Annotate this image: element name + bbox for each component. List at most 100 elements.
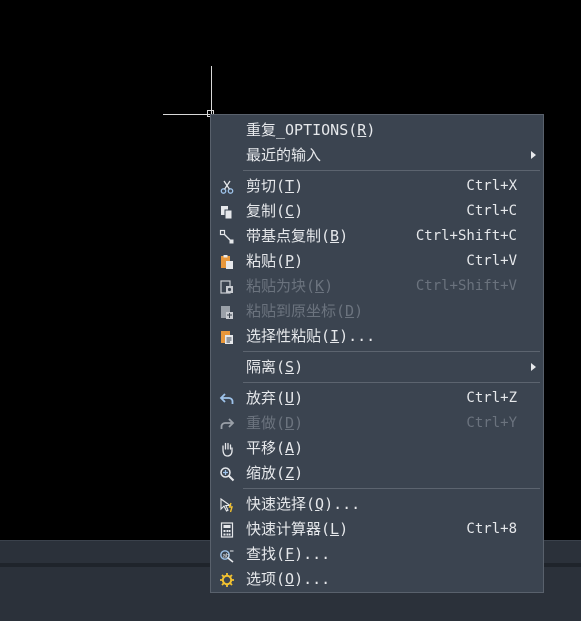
menu-item-access-key: D bbox=[345, 302, 355, 320]
pan-hand-icon bbox=[219, 441, 235, 457]
undo-icon bbox=[219, 391, 235, 407]
menu-item-ellipsis: ... bbox=[333, 495, 361, 513]
menu-item-access-key: A bbox=[285, 439, 295, 457]
menu-item-9[interactable]: 隔离(S) bbox=[212, 355, 542, 380]
menu-separator bbox=[243, 382, 540, 383]
menu-separator bbox=[243, 351, 540, 352]
menu-item-0[interactable]: 重复_OPTIONS(R) bbox=[212, 118, 542, 143]
menu-item-access-key: F bbox=[285, 545, 295, 563]
menu-item-text: 粘贴到原坐标 bbox=[246, 302, 337, 320]
menu-item-access-key: P bbox=[285, 252, 295, 270]
menu-separator bbox=[243, 488, 540, 489]
menu-item-text: 带基点复制 bbox=[246, 227, 322, 245]
menu-item-access-key: D bbox=[285, 414, 295, 432]
paste-original-coords-icon bbox=[219, 304, 235, 320]
menu-item-access-key: R bbox=[357, 121, 367, 139]
menu-item-label: 粘贴为块(K) bbox=[246, 277, 334, 295]
menu-item-text: 选项 bbox=[246, 570, 277, 588]
menu-item-text: 放弃 bbox=[246, 389, 277, 407]
menu-item-text: 重复_OPTIONS bbox=[246, 121, 349, 139]
menu-item-label: 缩放(Z) bbox=[246, 464, 304, 482]
find-icon: ab bbox=[219, 547, 235, 563]
crosshair-horizontal bbox=[163, 114, 211, 115]
menu-item-label: 粘贴到原坐标(D) bbox=[246, 302, 364, 320]
menu-item-text: 重做 bbox=[246, 414, 277, 432]
menu-item-3[interactable]: 复制(C) Ctrl+C bbox=[212, 199, 542, 224]
paste-as-block-icon bbox=[219, 279, 235, 295]
menu-item-label: 快速选择(Q)... bbox=[246, 495, 361, 513]
menu-item-access-key: B bbox=[330, 227, 340, 245]
menu-item-label: 隔离(S) bbox=[246, 358, 304, 376]
menu-item-8[interactable]: 选择性粘贴(I)... bbox=[212, 324, 542, 349]
menu-item-access-key: S bbox=[285, 358, 295, 376]
menu-item-text: 剪切 bbox=[246, 177, 277, 195]
menu-item-text: 缩放 bbox=[246, 464, 277, 482]
menu-item-label: 重做(D) bbox=[246, 414, 304, 432]
menu-item-shortcut: Ctrl+Z bbox=[466, 390, 517, 406]
menu-item-text: 粘贴 bbox=[246, 252, 277, 270]
zoom-icon bbox=[219, 466, 235, 482]
copy-base-point-icon bbox=[219, 229, 235, 245]
menu-item-shortcut: Ctrl+V bbox=[466, 253, 517, 269]
menu-item-label: 复制(C) bbox=[246, 202, 304, 220]
menu-item-label: 查找(F)... bbox=[246, 545, 331, 563]
menu-item-2[interactable]: 剪切(T) Ctrl+X bbox=[212, 174, 542, 199]
menu-item-7: 粘贴到原坐标(D) bbox=[212, 299, 542, 324]
menu-item-ellipsis: ... bbox=[303, 570, 331, 588]
scissors-icon bbox=[219, 179, 235, 195]
submenu-arrow-icon bbox=[531, 363, 536, 371]
menu-item-ellipsis: ... bbox=[348, 327, 376, 345]
menu-item-text: 隔离 bbox=[246, 358, 277, 376]
redo-icon bbox=[219, 416, 235, 432]
menu-item-access-key: I bbox=[330, 327, 340, 345]
menu-item-10[interactable]: 放弃(U) Ctrl+Z bbox=[212, 386, 542, 411]
menu-item-shortcut: Ctrl+Shift+V bbox=[415, 278, 517, 294]
menu-item-text: 平移 bbox=[246, 439, 277, 457]
menu-item-15[interactable]: 快速计算器(L) Ctrl+8 bbox=[212, 517, 542, 542]
context-menu: 重复_OPTIONS(R) 最近的输入剪切(T) Ctrl+X 复制(C) Ctrl+C… bbox=[210, 114, 544, 593]
menu-item-text: 快速选择 bbox=[246, 495, 307, 513]
paste-icon bbox=[219, 254, 235, 270]
menu-item-label: 带基点复制(B) bbox=[246, 227, 349, 245]
menu-item-6: 粘贴为块(K) Ctrl+Shift+V bbox=[212, 274, 542, 299]
menu-item-label: 放弃(U) bbox=[246, 389, 304, 407]
menu-item-label: 选择性粘贴(I)... bbox=[246, 327, 376, 345]
menu-item-label: 快速计算器(L) bbox=[246, 520, 349, 538]
quick-select-icon bbox=[219, 497, 235, 513]
menu-item-text: 最近的输入 bbox=[246, 146, 322, 164]
menu-item-12[interactable]: 平移(A) bbox=[212, 436, 542, 461]
menu-item-14[interactable]: 快速选择(Q)... bbox=[212, 492, 542, 517]
menu-item-access-key: O bbox=[285, 570, 295, 588]
options-gear-icon bbox=[219, 572, 235, 588]
menu-item-ellipsis: ... bbox=[303, 545, 331, 563]
submenu-arrow-icon bbox=[531, 151, 536, 159]
menu-item-1[interactable]: 最近的输入 bbox=[212, 143, 542, 168]
menu-item-access-key: Z bbox=[285, 464, 295, 482]
menu-item-4[interactable]: 带基点复制(B) Ctrl+Shift+C bbox=[212, 224, 542, 249]
menu-item-access-key: U bbox=[285, 389, 295, 407]
menu-item-label: 平移(A) bbox=[246, 439, 304, 457]
menu-item-label: 重复_OPTIONS(R) bbox=[246, 121, 376, 139]
menu-item-label: 粘贴(P) bbox=[246, 252, 304, 270]
menu-item-16[interactable]: ab 查找(F)... bbox=[212, 542, 542, 567]
menu-item-13[interactable]: 缩放(Z) bbox=[212, 461, 542, 486]
menu-item-label: 剪切(T) bbox=[246, 177, 304, 195]
menu-item-17[interactable]: 选项(O)... bbox=[212, 567, 542, 592]
crosshair-vertical bbox=[211, 66, 212, 115]
menu-item-shortcut: Ctrl+Shift+C bbox=[415, 228, 517, 244]
menu-item-shortcut: Ctrl+8 bbox=[466, 521, 517, 537]
menu-item-text: 选择性粘贴 bbox=[246, 327, 322, 345]
copy-icon bbox=[219, 204, 235, 220]
menu-item-5[interactable]: 粘贴(P) Ctrl+V bbox=[212, 249, 542, 274]
menu-item-shortcut: Ctrl+Y bbox=[466, 415, 517, 431]
menu-item-label: 最近的输入 bbox=[246, 145, 321, 166]
menu-item-access-key: K bbox=[315, 277, 325, 295]
paste-special-icon bbox=[219, 329, 235, 345]
menu-item-access-key: C bbox=[285, 202, 295, 220]
menu-item-shortcut: Ctrl+C bbox=[466, 203, 517, 219]
menu-item-text: 查找 bbox=[246, 545, 277, 563]
menu-item-text: 复制 bbox=[246, 202, 277, 220]
menu-item-label: 选项(O)... bbox=[246, 570, 331, 588]
menu-item-text: 粘贴为块 bbox=[246, 277, 307, 295]
menu-item-shortcut: Ctrl+X bbox=[466, 178, 517, 194]
